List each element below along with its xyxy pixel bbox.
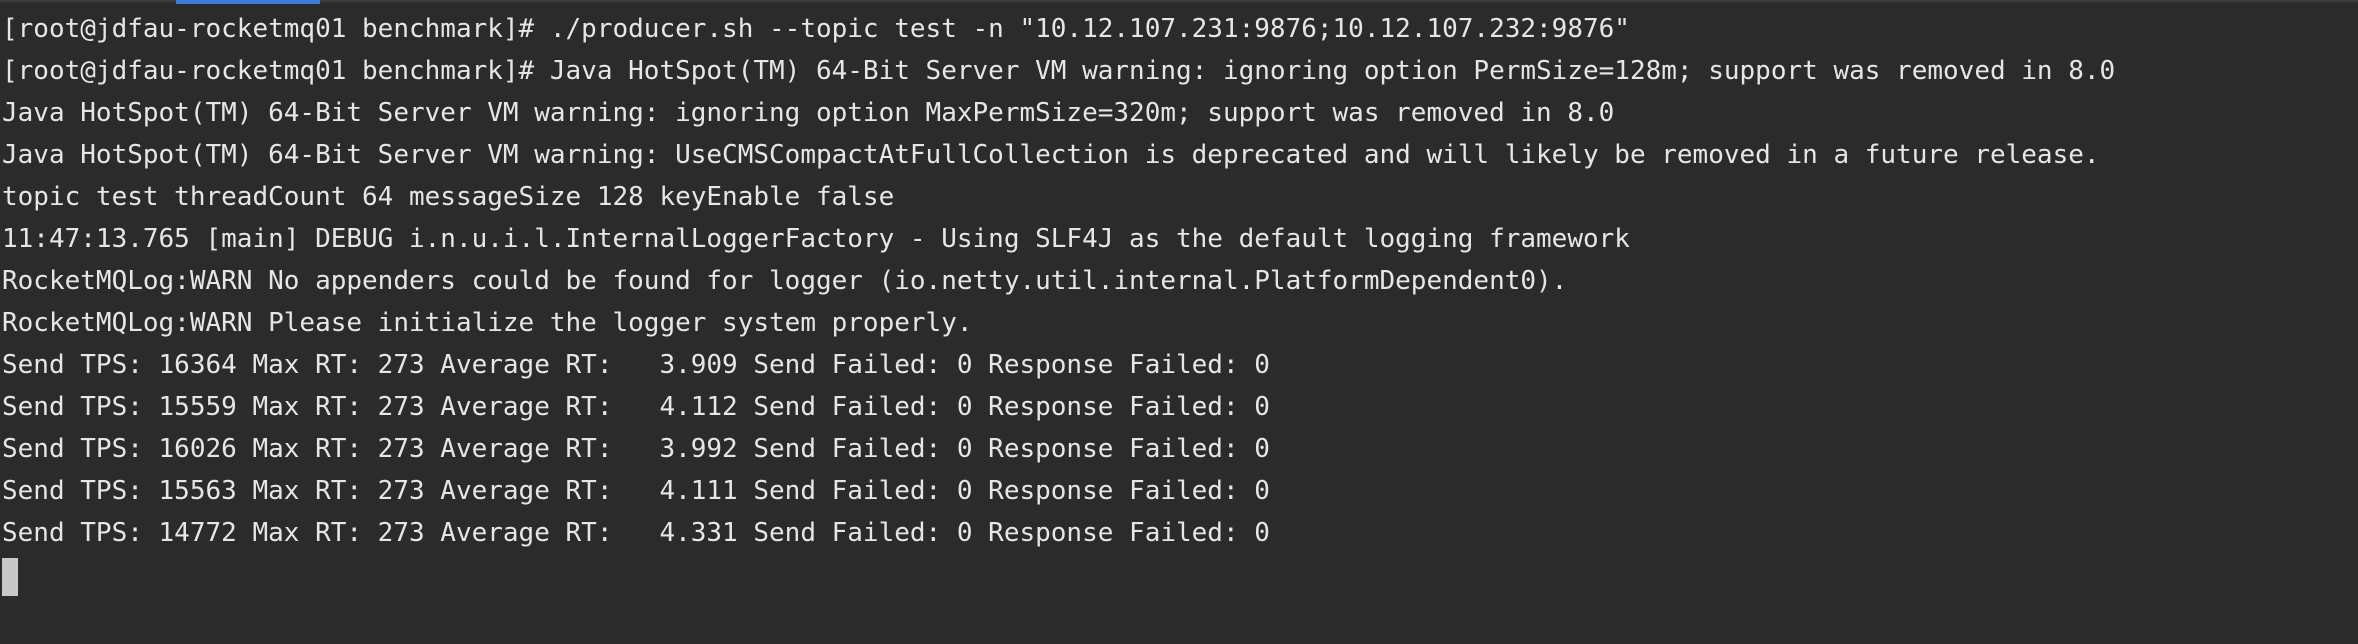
terminal-line-command: [root@jdfau-rocketmq01 benchmark]# ./pro… bbox=[2, 14, 1630, 44]
terminal-line-warn-appenders: RocketMQLog:WARN No appenders could be f… bbox=[2, 266, 1568, 296]
terminal-line-tps-stat: Send TPS: 14772 Max RT: 273 Average RT: … bbox=[2, 518, 1270, 548]
terminal-line-jvm-warning-maxpermsize: Java HotSpot(TM) 64-Bit Server VM warnin… bbox=[2, 98, 1615, 128]
text-cursor bbox=[2, 557, 18, 596]
terminal-line-topic-config: topic test threadCount 64 messageSize 12… bbox=[2, 182, 895, 212]
terminal-line-debug-log: 11:47:13.765 [main] DEBUG i.n.u.i.l.Inte… bbox=[2, 224, 1630, 254]
terminal-line-jvm-warning-permsize: [root@jdfau-rocketmq01 benchmark]# Java … bbox=[2, 56, 2116, 86]
active-tab-indicator bbox=[176, 0, 320, 4]
terminal-line-tps-stat: Send TPS: 15563 Max RT: 273 Average RT: … bbox=[2, 476, 1270, 506]
terminal-line-tps-stat: Send TPS: 16026 Max RT: 273 Average RT: … bbox=[2, 434, 1270, 464]
window-top-border bbox=[0, 0, 2358, 2]
terminal-line-warn-init: RocketMQLog:WARN Please initialize the l… bbox=[2, 308, 973, 338]
terminal-prompt-line[interactable] bbox=[2, 554, 2358, 596]
terminal-line-tps-stat: Send TPS: 15559 Max RT: 273 Average RT: … bbox=[2, 392, 1270, 422]
terminal-window[interactable]: [root@jdfau-rocketmq01 benchmark]# ./pro… bbox=[0, 0, 2358, 644]
terminal-line-jvm-warning-cms: Java HotSpot(TM) 64-Bit Server VM warnin… bbox=[2, 140, 2100, 170]
terminal-line-tps-stat: Send TPS: 16364 Max RT: 273 Average RT: … bbox=[2, 350, 1270, 380]
